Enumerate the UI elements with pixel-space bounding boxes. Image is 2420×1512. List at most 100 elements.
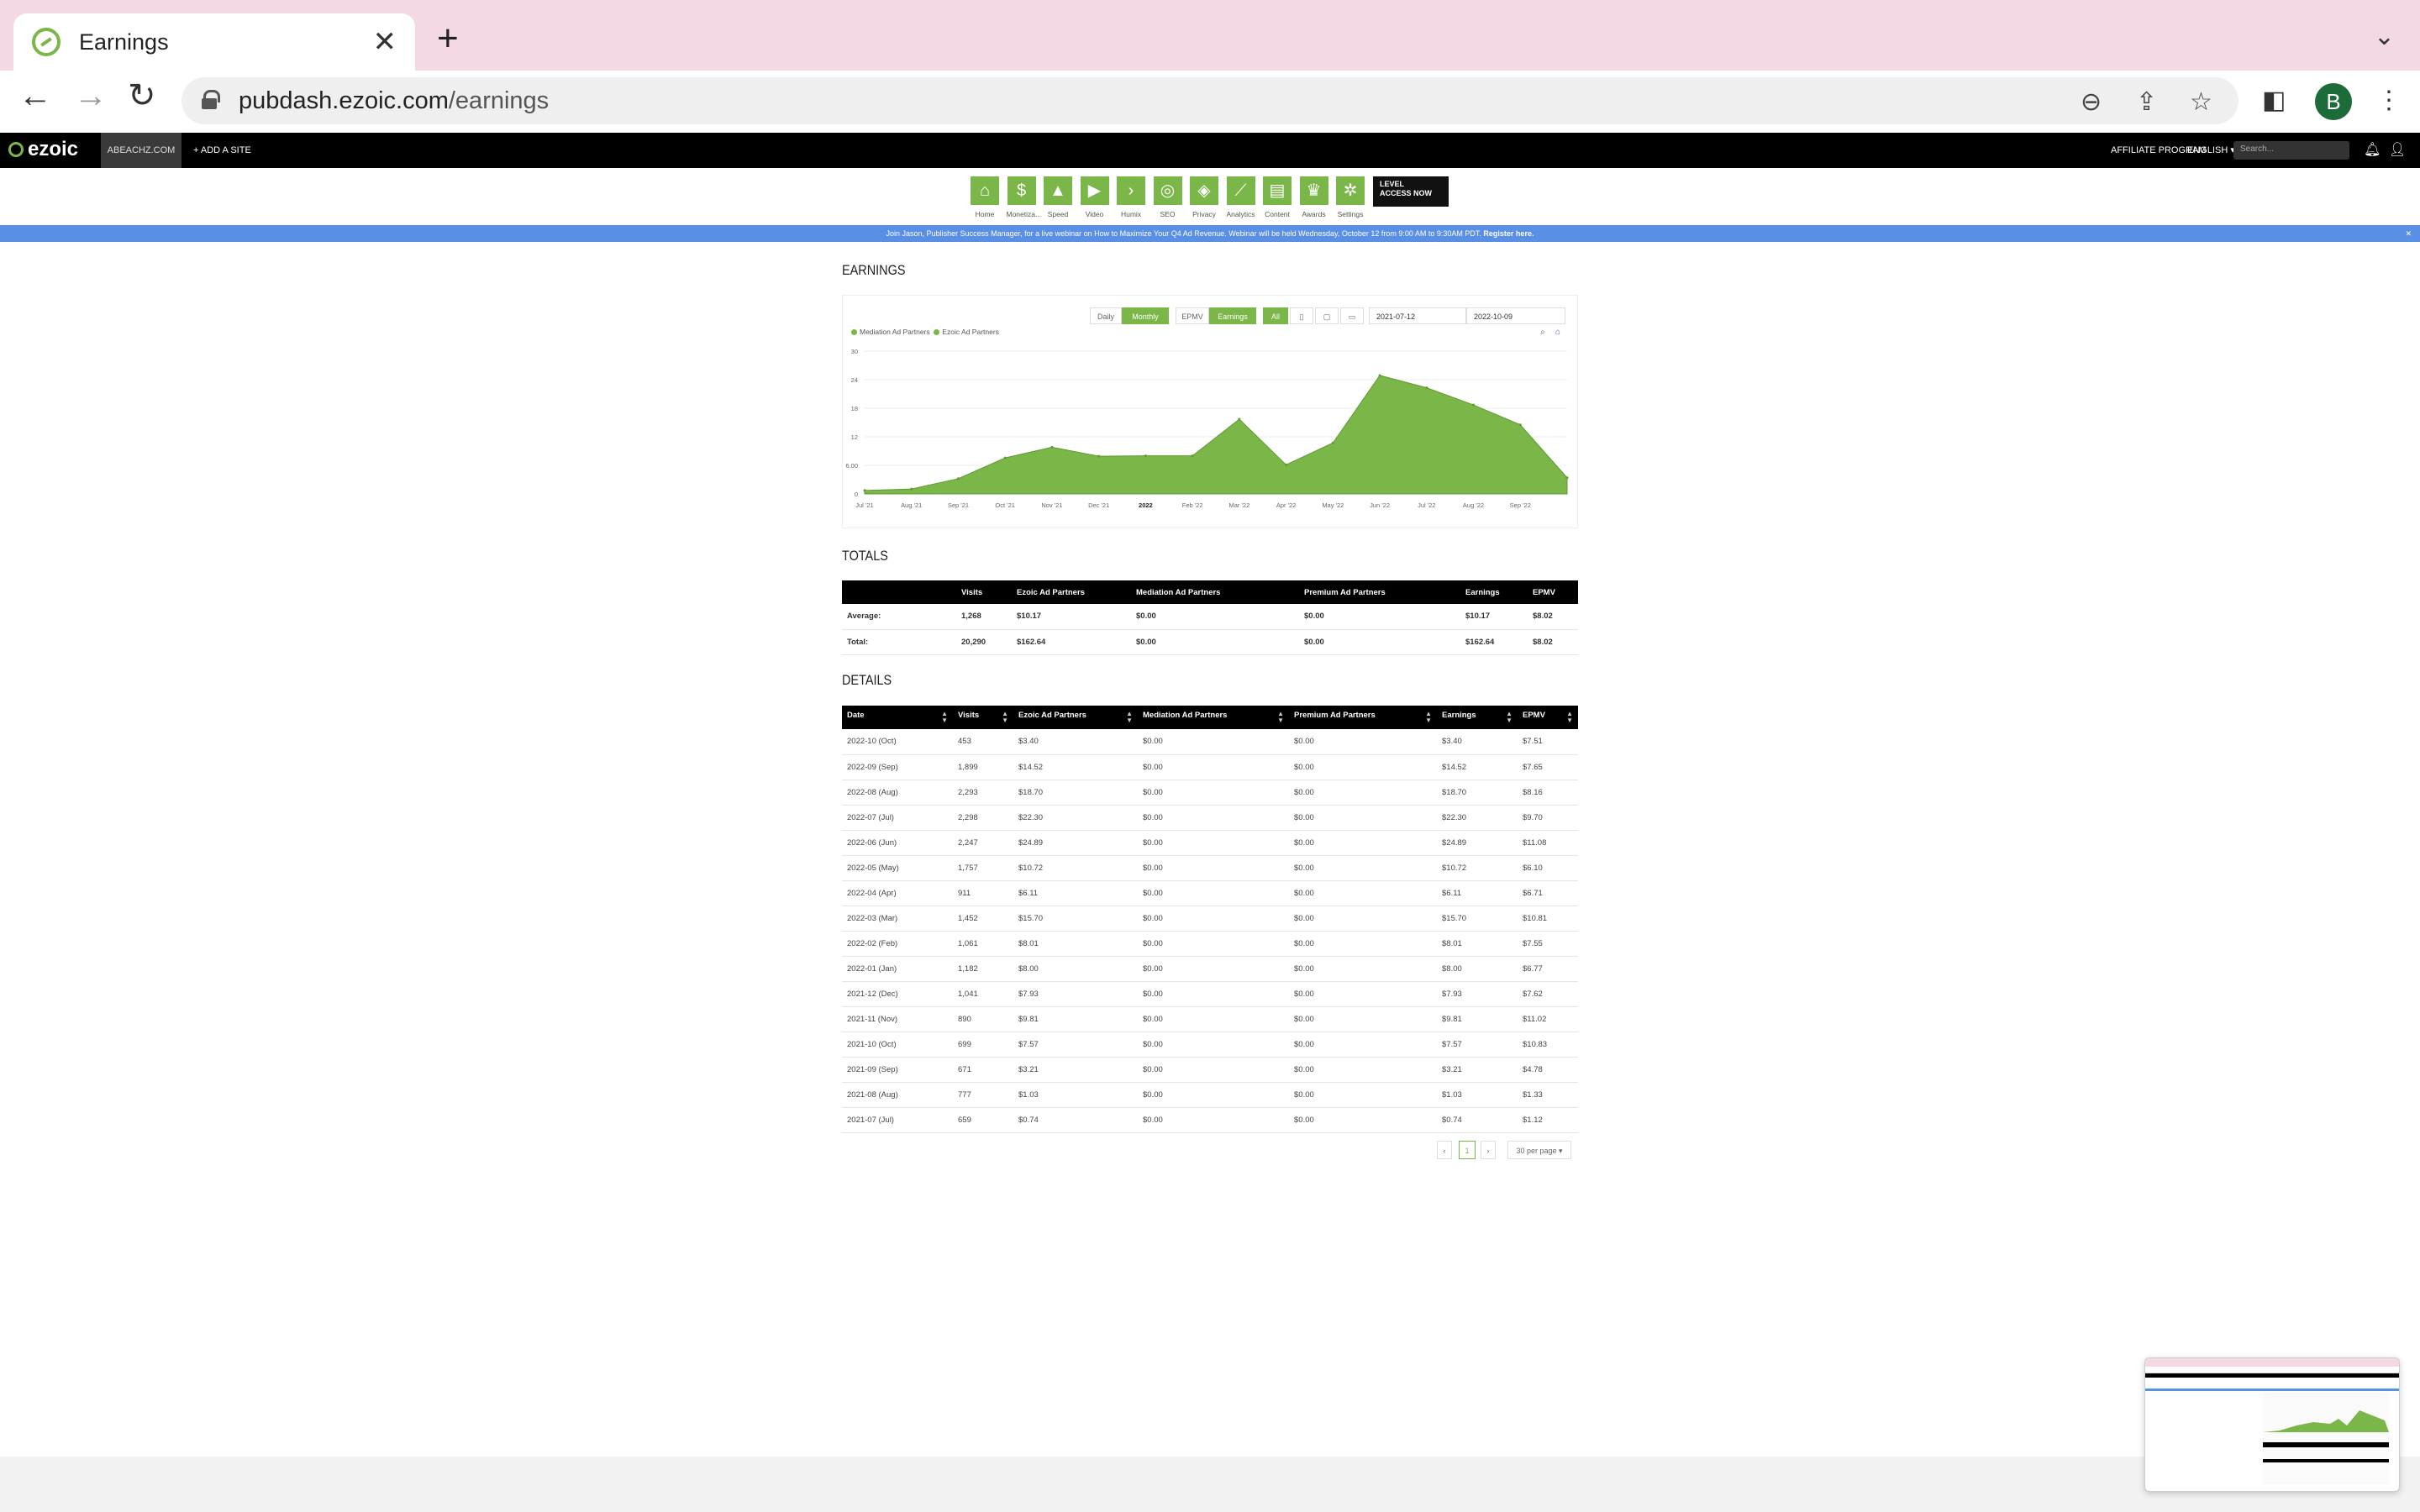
table-cell: $8.00 (1437, 956, 1518, 982)
sort-icon[interactable]: ▲ ▼ (941, 711, 948, 724)
user-icon[interactable]: 👤︎ (2389, 141, 2406, 158)
table-cell: 777 (953, 1082, 1013, 1108)
zoom-reset-icon[interactable]: ⌕ (1540, 328, 1545, 337)
share-icon[interactable]: ⇪ (2136, 87, 2157, 117)
table-cell: $10.81 (1518, 906, 1578, 932)
table-cell: $6.77 (1518, 956, 1578, 982)
sort-icon[interactable]: ▲ ▼ (1425, 711, 1432, 724)
monthly-toggle[interactable]: Monthly (1122, 307, 1169, 324)
nav-item-seo[interactable]: ◎ SEO (1153, 176, 1183, 218)
table-cell: $3.40 (1437, 729, 1518, 755)
sort-icon[interactable]: ▲ ▼ (1277, 711, 1284, 724)
language-select[interactable]: ENGLISH ▾ (2187, 133, 2235, 168)
sort-icon[interactable]: ▲ ▼ (1506, 711, 1512, 724)
data-point (1238, 417, 1241, 421)
table-cell: $0.00 (1289, 981, 1437, 1007)
table-cell: 2,293 (953, 780, 1013, 806)
table-cell: 1,452 (953, 906, 1013, 932)
earnings-toggle[interactable]: Earnings (1209, 307, 1256, 324)
nav-item-privacy[interactable]: ◈ Privacy (1189, 176, 1219, 218)
menu-icon[interactable]: ⋮ (2376, 86, 2402, 115)
data-point (956, 477, 960, 480)
table-cell: $6.11 (1437, 880, 1518, 906)
star-icon[interactable]: ☆ (2190, 87, 2212, 117)
totals-header: Earnings (1460, 580, 1528, 604)
daily-toggle[interactable]: Daily (1090, 307, 1122, 324)
app-nav: ⌂ Home $ Monetiza... ▲ Speed ▶ Video › Humix ◎ SEO ◈… (0, 168, 2420, 225)
totals-header: Mediation Ad Partners (1131, 580, 1299, 604)
data-point (1003, 456, 1007, 459)
legend-ezoic[interactable]: Ezoic Ad Partners (942, 328, 999, 336)
chevron-down-icon[interactable]: ⌄ (2374, 22, 2395, 51)
end-date-input[interactable]: 2022-10-09 (1466, 307, 1565, 324)
tablet-icon[interactable]: ▢ (1315, 307, 1339, 324)
details-header[interactable]: EPMV ▲ ▼ (1518, 706, 1578, 729)
site-search-input[interactable]: Search... (2233, 141, 2349, 160)
zoom-icon[interactable]: ⊖ (2081, 87, 2102, 117)
details-header[interactable]: Earnings ▲ ▼ (1437, 706, 1518, 729)
x-tick-label: Feb '22 (1182, 501, 1203, 509)
nav-item-monetiza[interactable]: $ Monetiza... (1007, 176, 1041, 218)
close-tab-icon[interactable]: ✕ (373, 25, 397, 59)
table-cell: $0.00 (1289, 1082, 1437, 1108)
nav-item-home[interactable]: ⌂ Home (970, 176, 1000, 218)
table-cell: $7.93 (1013, 981, 1138, 1007)
back-icon[interactable]: ← (18, 79, 52, 113)
nav-item-video[interactable]: ▶ Video (1080, 176, 1110, 218)
nav-item-humix[interactable]: › Humix (1116, 176, 1146, 218)
table-cell: $14.52 (1013, 754, 1138, 780)
nav-item-awards[interactable]: ♛ Awards (1299, 176, 1329, 218)
bell-icon[interactable]: 🔔︎ (2364, 141, 2381, 158)
sort-icon[interactable]: ▲ ▼ (1002, 711, 1008, 724)
table-cell: $8.00 (1013, 956, 1138, 982)
table-cell: 1,182 (953, 956, 1013, 982)
data-point (1191, 454, 1194, 458)
next-page-button[interactable]: › (1481, 1141, 1496, 1159)
nav-item-analytics[interactable]: ⟋ Analytics (1226, 176, 1256, 218)
desktop-icon[interactable]: ▭ (1340, 307, 1364, 324)
nav-item-settings[interactable]: ✲ Settings (1335, 176, 1365, 218)
details-header[interactable]: Ezoic Ad Partners ▲ ▼ (1013, 706, 1138, 729)
add-site-link[interactable]: + ADD A SITE (193, 133, 251, 168)
table-cell: $0.00 (1289, 1032, 1437, 1058)
screenshot-thumbnail[interactable] (2144, 1357, 2400, 1492)
sidepanel-icon[interactable]: ◧ (2262, 86, 2286, 115)
close-icon[interactable]: ✕ (2405, 225, 2412, 242)
site-selector[interactable]: ABEACHZ.COM (101, 133, 182, 168)
forward-icon[interactable]: → (74, 79, 108, 113)
table-cell: 2022-04 (Apr) (842, 880, 953, 906)
reload-icon[interactable]: ↻ (128, 79, 156, 113)
epmv-toggle[interactable]: EPMV (1176, 307, 1209, 324)
y-tick-label: 6.00 (845, 462, 858, 470)
start-date-input[interactable]: 2021-07-12 (1369, 307, 1466, 324)
ezoic-favicon-icon (32, 28, 60, 56)
level-access-badge[interactable]: LEVEL ACCESS NOW (1373, 176, 1449, 207)
sort-icon[interactable]: ▲ ▼ (1126, 711, 1133, 724)
all-devices-toggle[interactable]: All (1263, 307, 1288, 324)
home-reset-icon[interactable]: ⌂ (1555, 328, 1560, 337)
mobile-icon[interactable]: ▯ (1290, 307, 1313, 324)
address-bar[interactable]: pubdash.ezoic.com/earnings ⊖ ⇪ ☆ (182, 77, 2238, 124)
sort-icon[interactable]: ▲ ▼ (1566, 711, 1573, 724)
prev-page-button[interactable]: ‹ (1437, 1141, 1452, 1159)
dollar-icon: $ (1007, 176, 1036, 205)
new-tab-icon[interactable]: + (437, 20, 459, 57)
per-page-select[interactable]: 30 per page ▾ (1507, 1141, 1571, 1159)
details-header[interactable]: Mediation Ad Partners ▲ ▼ (1138, 706, 1289, 729)
nav-item-speed[interactable]: ▲ Speed (1043, 176, 1073, 218)
register-link[interactable]: Register here. (1483, 229, 1534, 238)
data-point (1565, 476, 1569, 480)
ezoic-logo[interactable]: ezoic (8, 138, 78, 161)
table-cell: $9.70 (1518, 805, 1578, 831)
data-point (1425, 386, 1428, 390)
table-row: 2022-09 (Sep) 1,899 $14.52 $0.00 $0.00 $14.52… (842, 754, 1578, 780)
page-1-button[interactable]: 1 (1459, 1141, 1476, 1159)
profile-avatar[interactable]: B (2315, 83, 2352, 120)
nav-item-content[interactable]: ▤ Content (1262, 176, 1292, 218)
legend-mediation[interactable]: Mediation Ad Partners (860, 328, 930, 336)
details-header[interactable]: Date ▲ ▼ (842, 706, 953, 729)
details-header[interactable]: Visits ▲ ▼ (953, 706, 1013, 729)
browser-tab[interactable]: Earnings ✕ (13, 13, 415, 71)
y-tick-label: 30 (851, 348, 858, 355)
details-header[interactable]: Premium Ad Partners ▲ ▼ (1289, 706, 1437, 729)
